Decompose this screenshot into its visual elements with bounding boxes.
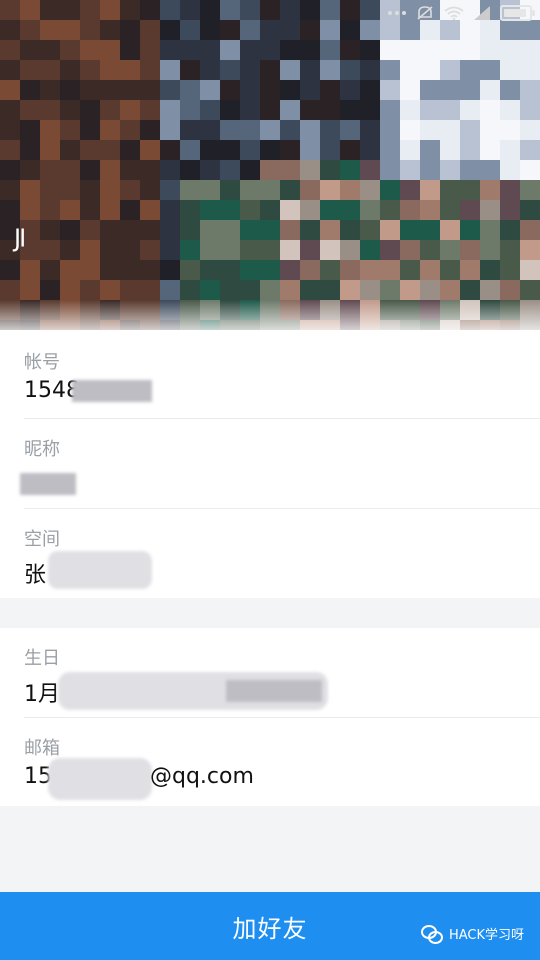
header-fade <box>0 300 540 330</box>
redaction-blur <box>226 680 322 702</box>
nickname-row[interactable]: 昵称 <box>0 419 540 509</box>
add-friend-label: 加好友 <box>232 914 308 943</box>
email-row[interactable]: 邮箱 15 @qq.com <box>0 718 540 806</box>
pixelated-cover-image <box>0 0 540 330</box>
profile-header-photo[interactable]: JI <box>0 0 540 330</box>
redaction-blur <box>72 380 152 402</box>
watermark-text: HACK学习呀 <box>448 928 524 943</box>
status-icons <box>388 5 535 21</box>
email-label: 邮箱 <box>24 738 60 759</box>
signal-icon <box>474 6 490 20</box>
account-row[interactable]: 帐号 1548 <box>0 330 540 419</box>
space-label: 空间 <box>24 529 60 550</box>
header-display-name: JI <box>14 223 26 253</box>
wechat-icon <box>420 924 443 944</box>
account-label: 帐号 <box>24 352 60 373</box>
redaction-blur <box>48 758 152 800</box>
watermark: HACK学习呀 <box>420 924 524 944</box>
extra-info-section: 生日 1月 邮箱 15 @qq.com <box>0 628 540 806</box>
space-value: 张 <box>24 563 47 588</box>
status-bar <box>0 0 540 30</box>
birthday-row[interactable]: 生日 1月 <box>0 628 540 718</box>
email-value-suffix: @qq.com <box>150 764 254 789</box>
birthday-value: 1月 <box>24 682 60 707</box>
space-row[interactable]: 空间 张 <box>0 509 540 598</box>
nickname-label: 昵称 <box>24 439 60 460</box>
redaction-blur <box>48 551 152 589</box>
mute-icon <box>417 6 433 20</box>
battery-icon <box>500 5 535 21</box>
basic-info-section: 帐号 1548 昵称 空间 张 <box>0 330 540 598</box>
redaction-blur <box>20 473 76 495</box>
wifi-icon <box>444 6 464 20</box>
more-dots-icon <box>388 11 406 15</box>
birthday-label: 生日 <box>24 648 60 669</box>
